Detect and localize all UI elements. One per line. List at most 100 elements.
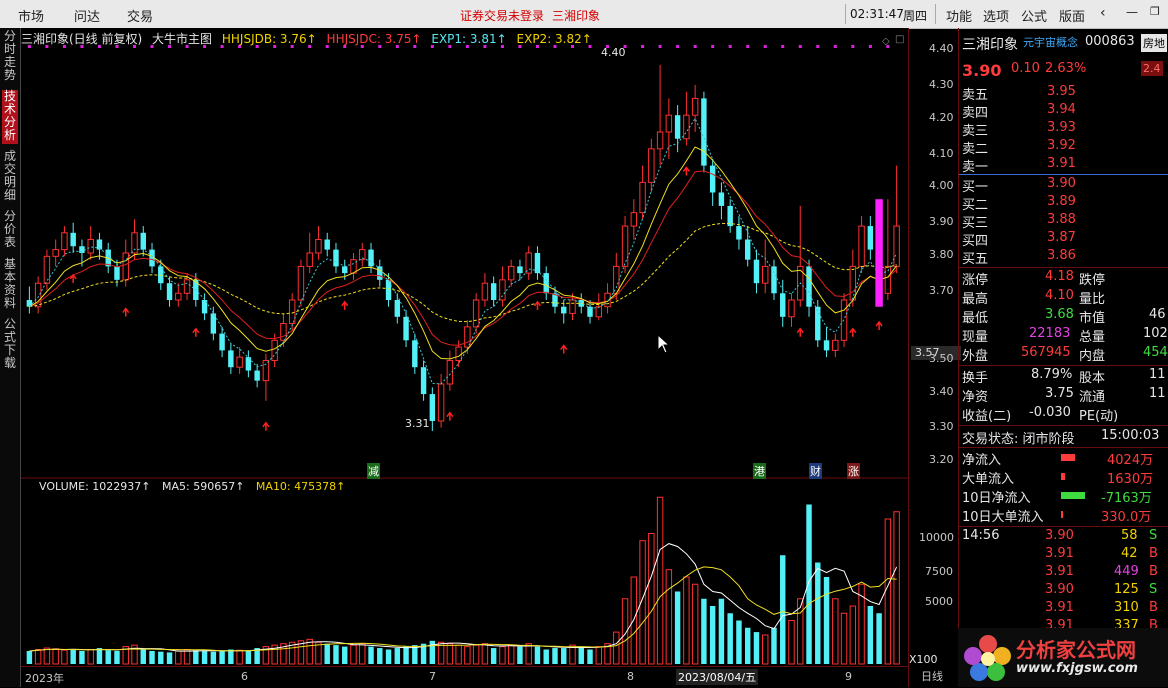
mark-hk[interactable]: 港 <box>753 463 766 479</box>
kline-chart-area[interactable]: 三湘印象(日线 前复权) 大牛市主图 HHJSJDB: 3.76↑ HHJSJD… <box>21 28 938 687</box>
legend-volume: VOLUME: 1022937↑ <box>39 480 151 493</box>
signal-dot <box>693 45 697 48</box>
ask-price: 3.94 <box>1047 102 1076 117</box>
login-notice[interactable]: 证券交易未登录 <box>460 7 544 24</box>
period-label[interactable]: 日线 <box>921 668 943 684</box>
stat-value: 46 <box>1149 307 1166 322</box>
sector-tag[interactable]: 房地 <box>1141 34 1167 52</box>
mark-reduce[interactable]: 减 <box>367 463 380 479</box>
tick-side: B <box>1149 546 1158 561</box>
divider <box>959 365 1168 366</box>
bid-row: 买四 3.87 <box>959 230 1168 249</box>
stat2-row: 换手 8.79% 股本 11 <box>959 367 1168 386</box>
volume-bar <box>166 652 173 664</box>
candle-body <box>87 239 94 254</box>
volume-bar <box>333 645 339 664</box>
volume-bar <box>105 650 111 664</box>
price-tick: 3.70 <box>929 284 954 297</box>
orderbook-divider <box>959 174 1168 175</box>
volume-bar <box>578 646 584 664</box>
minimize-icon[interactable]: — <box>1126 5 1138 19</box>
stock-code: 000863 <box>1085 34 1135 49</box>
notice-stock[interactable]: 三湘印象 <box>552 7 600 24</box>
clock: 02:31:47 <box>850 7 904 21</box>
tab-trades[interactable]: 成交明细 <box>2 150 18 204</box>
candle-body <box>254 370 260 381</box>
tick-side: B <box>1149 600 1158 615</box>
trade-state: 交易状态: 闭市阶段 <box>962 432 1075 447</box>
candle-body <box>228 350 234 368</box>
menu-function[interactable]: 功能 <box>946 6 972 25</box>
volume-bar <box>368 646 374 664</box>
collapse-icon[interactable]: □ <box>895 34 904 45</box>
signal-dot <box>676 45 680 48</box>
candle-body <box>61 232 68 251</box>
bid-price: 3.88 <box>1047 212 1076 227</box>
volume-bar <box>893 511 900 665</box>
tick-price: 3.91 <box>1045 600 1074 615</box>
tab-price-table[interactable]: 分价表 <box>2 210 18 252</box>
stat-row: 涨停 4.18 跌停 <box>959 269 1168 288</box>
candle-body <box>780 293 786 317</box>
divider <box>959 526 1168 527</box>
signal-dot <box>746 45 750 48</box>
tab-technical[interactable]: 技术分析 <box>2 90 18 144</box>
stat-label: 收益(二) <box>962 409 1012 424</box>
bid-label: 买三 <box>962 216 989 231</box>
stat2-row: 收益(二) -0.030 PE(动) <box>959 405 1168 424</box>
flow-row: 10日大单流入 330.0万 <box>959 506 1168 525</box>
kline-chart[interactable] <box>21 28 908 666</box>
stat-value: 567945 <box>1021 345 1071 360</box>
tab-formula-download[interactable]: 公式下载 <box>2 318 18 372</box>
flow-label: 净流入 <box>962 453 1002 468</box>
price-tick: 4.00 <box>929 179 954 192</box>
candle-body <box>543 273 549 294</box>
diamond-icon[interactable]: ◇ <box>882 36 890 47</box>
menu-layout[interactable]: 版面 <box>1059 6 1085 25</box>
menu-wenda[interactable]: 问达 <box>74 6 100 25</box>
signal-dot <box>851 45 855 48</box>
volume-bar <box>394 648 401 664</box>
mark-finance[interactable]: 财 <box>809 463 822 479</box>
flow-row: 10日净流入 -7163万 <box>959 487 1168 506</box>
low-label: 3.31 <box>405 417 430 430</box>
volume-bar <box>464 646 471 665</box>
indicator-name[interactable]: 大牛市主图 <box>152 32 212 46</box>
candle-body <box>744 239 751 260</box>
bid-label: 买一 <box>962 180 989 195</box>
ask-label: 卖三 <box>962 124 989 139</box>
candle-body <box>762 265 769 284</box>
menu-market[interactable]: 市场 <box>18 6 44 25</box>
chart-legend: 三湘印象(日线 前复权) 大牛市主图 HHJSJDB: 3.76↑ HHJSJD… <box>21 30 598 46</box>
mark-rise[interactable]: 涨 <box>847 463 860 479</box>
volume-bar <box>236 649 243 665</box>
tick-volume: 449 <box>1114 564 1139 579</box>
tick-side: B <box>1149 564 1158 579</box>
tick-volume: 42 <box>1121 546 1138 561</box>
volume-bar <box>665 569 673 665</box>
sector-change: 2.4 <box>1141 61 1163 76</box>
volume-bar <box>26 650 33 664</box>
volume-bar <box>507 644 515 665</box>
menu-trade[interactable]: 交易 <box>127 6 153 25</box>
volume-bar <box>683 576 690 665</box>
stat-value: -0.030 <box>1029 405 1071 420</box>
quote-title-row: 三湘印象 元宇宙概念 000863 房地 <box>959 34 1168 53</box>
volume-bar <box>534 646 541 664</box>
restore-icon[interactable]: ❐ <box>1150 5 1160 18</box>
flow-label: 10日大单流入 <box>962 510 1044 525</box>
volume-bar <box>771 627 777 664</box>
stat-label: 市值 <box>1079 311 1106 326</box>
menu-formula[interactable]: 公式 <box>1021 6 1047 25</box>
signal-dot <box>658 45 662 48</box>
stat-label: 最低 <box>962 311 989 326</box>
tab-profile[interactable]: 基本资料 <box>2 258 18 312</box>
concept-label[interactable]: 元宇宙概念 <box>1023 34 1078 50</box>
volume-bar <box>34 649 42 665</box>
flow-label: 大单流入 <box>962 472 1015 487</box>
stat-label: 总量 <box>1079 330 1106 345</box>
back-icon[interactable]: ‹ <box>1100 5 1106 21</box>
ask-row: 卖二 3.92 <box>959 138 1168 157</box>
menu-options[interactable]: 选项 <box>983 6 1009 25</box>
tab-intraday[interactable]: 分时走势 <box>2 30 18 84</box>
